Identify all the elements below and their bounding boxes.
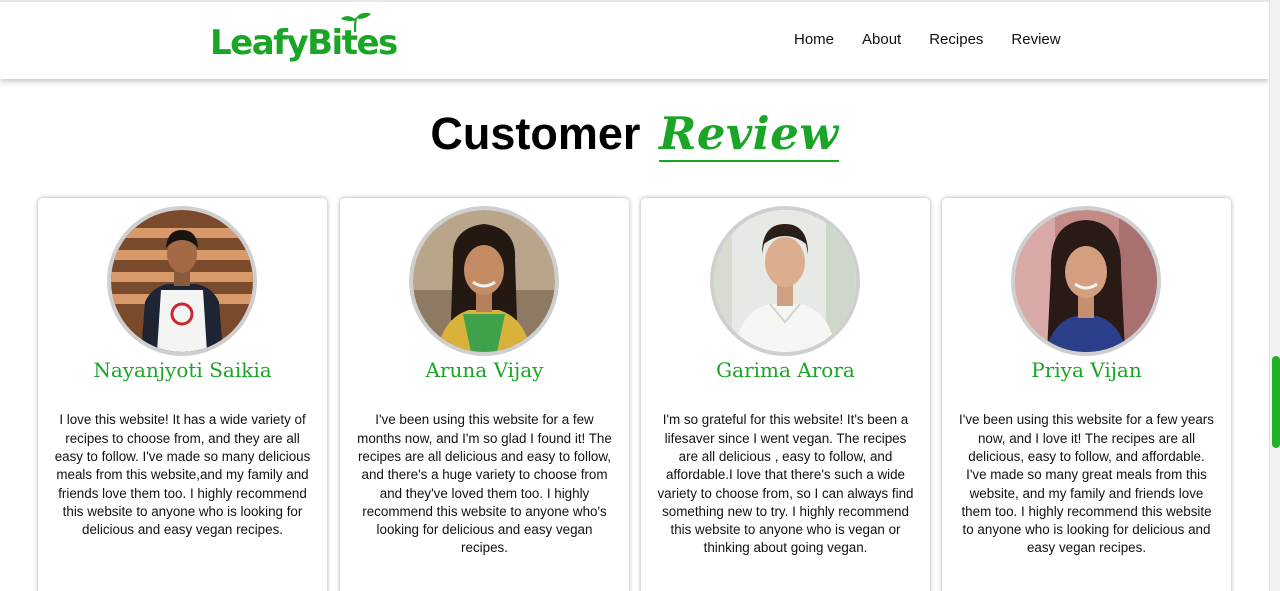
reviewer-photo-icon bbox=[413, 210, 555, 352]
review-cards: Nayanjyoti Saikia I love this website! I… bbox=[38, 198, 1232, 591]
brand-logo[interactable]: LeafyBites bbox=[210, 12, 398, 70]
section-title: Customer Review bbox=[0, 106, 1269, 163]
nav-review-link[interactable]: Review bbox=[999, 30, 1072, 50]
reviewer-photo-icon bbox=[1015, 210, 1157, 352]
review-text: I love this website! It has a wide varie… bbox=[54, 412, 311, 538]
reviewer-name: Priya Vijan bbox=[1031, 358, 1142, 382]
scrollbar-thumb[interactable] bbox=[1272, 356, 1280, 448]
nav-recipes-link[interactable]: Recipes bbox=[917, 30, 995, 50]
reviewer-name: Aruna Vijay bbox=[425, 358, 544, 382]
review-card: Garima Arora I'm so grateful for this we… bbox=[641, 198, 930, 591]
reviewer-avatar bbox=[1011, 206, 1161, 356]
reviewer-avatar bbox=[710, 206, 860, 356]
reviewer-name: Nayanjyoti Saikia bbox=[93, 358, 272, 382]
vertical-scrollbar[interactable] bbox=[1269, 0, 1280, 591]
logo-text: LeafyBites bbox=[210, 23, 398, 63]
reviewer-avatar bbox=[107, 206, 257, 356]
page: LeafyBites Home About Recipes Review Cus… bbox=[0, 0, 1280, 591]
nav-about-link[interactable]: About bbox=[850, 30, 913, 50]
review-card: Priya Vijan I've been using this website… bbox=[942, 198, 1231, 591]
review-card: Aruna Vijay I've been using this website… bbox=[340, 198, 629, 591]
review-text: I'm so grateful for this website! It's b… bbox=[657, 412, 914, 556]
nav-home-link[interactable]: Home bbox=[782, 30, 846, 50]
section-title-main: Customer bbox=[430, 108, 641, 160]
review-text: I've been using this website for a few m… bbox=[357, 412, 612, 556]
section-title-accent: Review bbox=[658, 107, 839, 163]
reviewer-photo-icon bbox=[111, 210, 253, 352]
reviewer-name: Garima Arora bbox=[716, 358, 855, 382]
review-card: Nayanjyoti Saikia I love this website! I… bbox=[38, 198, 327, 591]
reviewer-photo-icon bbox=[714, 210, 856, 352]
review-text: I've been using this website for a few y… bbox=[959, 412, 1214, 556]
main-nav: Home About Recipes Review bbox=[782, 30, 1073, 50]
reviewer-avatar bbox=[409, 206, 559, 356]
top-navbar: LeafyBites Home About Recipes Review bbox=[0, 0, 1269, 79]
